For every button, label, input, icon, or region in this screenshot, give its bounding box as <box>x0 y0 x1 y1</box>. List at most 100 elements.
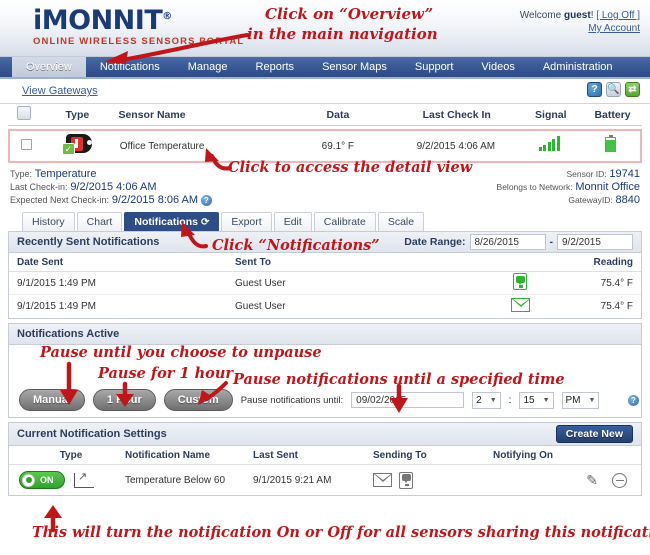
col-type: Type <box>59 449 83 461</box>
network-value: Monnit Office <box>575 181 640 193</box>
col-last-check-in: Last Check In <box>422 108 491 121</box>
recently-sent-table-header: Date Sent Sent To Reading <box>9 253 641 272</box>
date-range-separator: - <box>549 236 554 248</box>
annotation-notifications-tab-text: Click “Notifications” <box>212 237 380 254</box>
date-from-input[interactable] <box>469 234 546 250</box>
chart-line-icon <box>74 470 94 488</box>
search-icon[interactable]: 🔍 <box>606 82 621 97</box>
date-to-input[interactable] <box>557 234 633 250</box>
arrow-to-custom-button <box>196 381 230 407</box>
temperature-tag-icon: ✓ <box>42 133 116 160</box>
col-date-sent: Date Sent <box>17 256 64 268</box>
last-checkin-label: Last Check-in: <box>10 182 68 192</box>
welcome-username: guest <box>564 10 591 21</box>
toggle-state-label: ON <box>40 475 54 485</box>
arrow-to-manual-button <box>58 361 80 406</box>
reading-cell: 75.4° F <box>600 277 633 289</box>
annotation-pause-manual-text: Pause until you choose to unpause <box>40 344 322 361</box>
notification-on-off-toggle[interactable]: ON <box>19 471 65 489</box>
imonnit-sensor-detail-page: iMONNIT® ONLINE WIRELESS SENSORS PORTAL … <box>0 0 650 555</box>
toolbar-icons: ? 🔍 ⇄ <box>587 82 640 97</box>
nav-item-support[interactable]: Support <box>401 57 468 77</box>
pause-meridiem-select[interactable]: PM ▼ <box>561 391 600 409</box>
col-notification-name: Notification Name <box>125 449 211 461</box>
gateway-id-value: 8840 <box>615 194 640 206</box>
date-range-label: Date Range: <box>404 236 466 248</box>
nav-item-videos[interactable]: Videos <box>467 57 528 77</box>
logo-registered-mark: ® <box>162 11 172 22</box>
col-sensor-name: Sensor Name <box>118 108 186 121</box>
pager-icon <box>475 273 565 293</box>
my-account-link[interactable]: My Account <box>588 23 640 34</box>
envelope-icon <box>475 298 565 315</box>
annotation-notifications-tab: Click “Notifications” <box>212 237 380 255</box>
col-last-sent: Last Sent <box>253 449 299 461</box>
log-off-link[interactable]: [ Log Off ] <box>596 10 640 21</box>
view-gateways-link[interactable]: View Gateways <box>22 85 98 97</box>
sensor-last-check-in-cell: 9/2/2015 4:06 AM <box>416 140 496 152</box>
tab-edit[interactable]: Edit <box>273 212 312 231</box>
edit-pencil-icon[interactable]: ✎ <box>586 472 598 489</box>
reading-cell: 75.4° F <box>600 301 633 312</box>
help-icon-pause[interactable]: ? <box>628 394 639 406</box>
current-settings-panel: Current Notification Settings Create New… <box>8 422 642 496</box>
nav-item-sensor-maps[interactable]: Sensor Maps <box>308 57 401 77</box>
col-sending-to: Sending To <box>373 449 427 461</box>
pause-hour-select[interactable]: 2 ▼ <box>472 391 501 409</box>
refresh-icon[interactable]: ⇄ <box>625 82 640 97</box>
notifications-active-title: Notifications Active <box>17 328 120 340</box>
col-type: Type <box>65 108 90 121</box>
table-row: 9/1/2015 1:49 PM Guest User 75.4° F <box>9 295 641 318</box>
pause-meridiem-value: PM <box>565 394 581 406</box>
annotation-overview: Click on “Overview” <box>265 5 433 23</box>
annotation-pause-manual: Pause until you choose to unpause <box>40 344 322 362</box>
grid-toggle-icon[interactable] <box>8 106 40 123</box>
pause-minute-select[interactable]: 15 ▼ <box>519 391 554 409</box>
sensor-data-cell: 69.1° F <box>321 140 355 152</box>
pause-hour-value: 2 <box>476 394 482 406</box>
tab-scale[interactable]: Scale <box>377 212 425 231</box>
arrow-to-notifications-tab <box>172 222 212 254</box>
battery-level-icon <box>581 135 640 157</box>
sent-to-cell: Guest User <box>235 277 286 289</box>
table-row: 9/1/2015 1:49 PM Guest User 75.4° F <box>9 272 641 295</box>
gateway-id-label: GatewayID: <box>568 195 613 205</box>
col-data: Data <box>326 108 350 121</box>
help-icon-checkin[interactable]: ? <box>200 194 212 206</box>
tab-history[interactable]: History <box>22 212 75 231</box>
type-label: Type: <box>10 169 33 179</box>
tab-calibrate[interactable]: Calibrate <box>313 212 376 231</box>
welcome-suffix: ! <box>590 10 594 21</box>
sent-to-cell: Guest User <box>235 301 286 312</box>
tab-export[interactable]: Export <box>221 212 272 231</box>
nav-item-overview[interactable]: Overview <box>12 57 86 77</box>
pause-until-label: Pause notifications until: <box>240 394 344 406</box>
sensor-list: Type Sensor Name Data Last Check In Sign… <box>0 104 650 163</box>
last-sent-cell: 9/1/2015 9:21 AM <box>253 474 332 486</box>
remove-minus-icon[interactable] <box>612 472 627 488</box>
current-settings-title: Current Notification Settings <box>17 428 167 440</box>
sensor-id-label: Sensor ID: <box>566 169 607 179</box>
annotation-toggle-note: This will turn the notification On or Of… <box>32 524 650 542</box>
signal-strength-icon <box>517 135 581 156</box>
expected-checkin-label: Expected Next Check-in: <box>10 195 110 205</box>
welcome-prefix: Welcome <box>519 10 565 21</box>
col-sent-to: Sent To <box>235 256 271 268</box>
help-icon[interactable]: ? <box>587 82 602 97</box>
row-checkbox[interactable] <box>10 137 42 155</box>
tab-chart[interactable]: Chart <box>76 212 123 231</box>
col-reading: Reading <box>593 256 633 268</box>
annotation-overview-line2: in the main navigation <box>247 25 438 43</box>
sensor-list-header: Type Sensor Name Data Last Check In Sign… <box>8 104 642 126</box>
arrow-to-one-hour-button <box>114 381 136 408</box>
pager-icon <box>399 471 413 489</box>
col-signal: Signal <box>535 108 567 121</box>
table-row[interactable]: ✓ Office Temperature 69.1° F 9/2/2015 4:… <box>8 129 642 163</box>
logo-text: iMONNIT <box>33 5 163 36</box>
pause-minute-value: 15 <box>523 394 535 406</box>
create-new-button[interactable]: Create New <box>555 425 633 443</box>
sub-toolbar: View Gateways ? 🔍 ⇄ <box>0 79 650 104</box>
nav-item-administration[interactable]: Administration <box>529 57 627 77</box>
annotation-detail-view: Click to access the detail view <box>228 159 472 177</box>
annotation-pause-hour-text: Pause for 1 hour <box>98 365 234 382</box>
